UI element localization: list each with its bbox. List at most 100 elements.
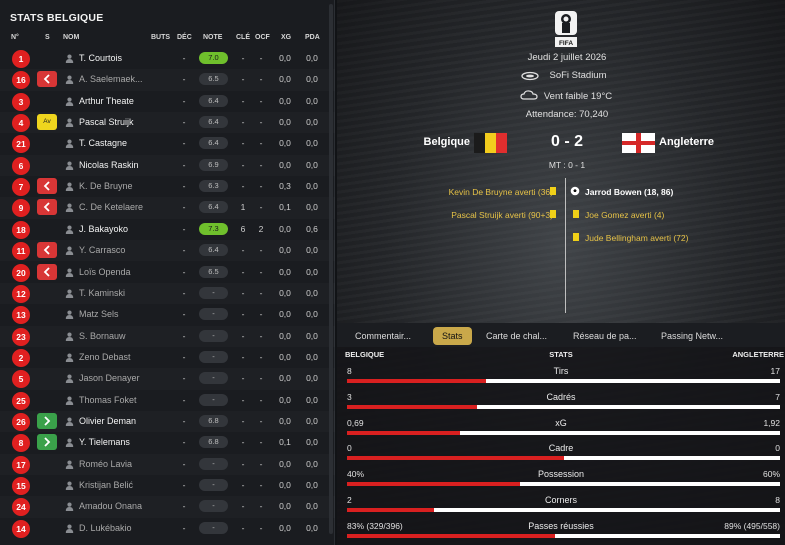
- shirt-number: 17: [12, 455, 30, 474]
- col-xg[interactable]: XG: [281, 34, 291, 41]
- player-name[interactable]: A. Saelemaek...: [79, 74, 143, 84]
- home-team-name[interactable]: Belgique: [377, 136, 470, 148]
- player-name[interactable]: Arthur Theate: [79, 96, 134, 106]
- table-row[interactable]: 3 Arthur Theate - 6.4 - - 0,0 0,0: [0, 91, 335, 112]
- table-row[interactable]: 15 Kristijan Belić - - - - 0,0 0,0: [0, 475, 335, 496]
- player-name[interactable]: S. Bornauw: [79, 331, 126, 341]
- player-name[interactable]: C. De Ketelaere: [79, 202, 143, 212]
- ball-icon: [570, 186, 580, 196]
- table-row[interactable]: 4 Av Pascal Struijk - 6.4 - - 0,0 0,0: [0, 112, 335, 133]
- player-icon: [65, 438, 74, 448]
- expected-goals: 0,0: [279, 266, 291, 277]
- player-name[interactable]: Y. Carrasco: [79, 245, 125, 255]
- key-passes: 6: [240, 223, 246, 234]
- player-name[interactable]: Y. Tielemans: [79, 437, 130, 447]
- pda: 0,0: [306, 159, 318, 170]
- shirt-number: 14: [12, 519, 30, 538]
- table-row[interactable]: 18 J. Bakayoko - 7.3 6 2 0,0 0,6: [0, 219, 335, 240]
- pda: 0,0: [306, 501, 318, 512]
- player-name[interactable]: J. Bakayoko: [79, 224, 128, 234]
- tab-pass-network[interactable]: Réseau de pa...: [573, 327, 637, 345]
- player-name[interactable]: Olivier Deman: [79, 416, 136, 426]
- player-name[interactable]: Pascal Struijk: [79, 117, 134, 127]
- expected-goals: 0,0: [279, 223, 291, 234]
- player-name[interactable]: Thomas Foket: [79, 395, 137, 405]
- shirt-number: 1: [12, 50, 30, 68]
- key-passes: -: [241, 117, 245, 128]
- table-row[interactable]: 5 Jason Denayer - - - - 0,0 0,0: [0, 368, 335, 389]
- key-passes: -: [241, 415, 245, 426]
- fifa-logo-text: FIFA: [559, 40, 573, 47]
- player-name[interactable]: T. Castagne: [79, 138, 127, 148]
- tab-stats[interactable]: Stats: [433, 327, 472, 345]
- player-name[interactable]: Zeno Debast: [79, 352, 131, 362]
- scrollbar[interactable]: [329, 4, 333, 534]
- player-name[interactable]: Matz Sels: [79, 309, 119, 319]
- table-row[interactable]: 23 S. Bornauw - - - - 0,0 0,0: [0, 326, 335, 347]
- table-row[interactable]: 2 Zeno Debast - - - - 0,0 0,0: [0, 347, 335, 368]
- pda: 0,0: [306, 74, 318, 85]
- col-key[interactable]: CLÉ: [236, 34, 250, 41]
- tab-passing-network[interactable]: Passing Netw...: [661, 327, 723, 345]
- panel-title: STATS BELGIQUE: [10, 12, 104, 24]
- table-row[interactable]: 9 C. De Ketelaere - 6.4 1 - 0,1 0,0: [0, 197, 335, 218]
- table-row[interactable]: 7 K. De Bruyne - 6.3 - - 0,3 0,0: [0, 176, 335, 197]
- table-row[interactable]: 12 T. Kaminski - - - - 0,0 0,0: [0, 283, 335, 304]
- col-pda[interactable]: PDA: [305, 34, 320, 41]
- shirt-number: 3: [12, 92, 30, 111]
- table-row[interactable]: 26 Olivier Deman - 6.8 - - 0,0 0,0: [0, 411, 335, 432]
- table-row[interactable]: 6 Nicolas Raskin - 6.9 - - 0,0 0,0: [0, 155, 335, 176]
- col-dec[interactable]: DÉC: [177, 34, 192, 41]
- player-name[interactable]: T. Kaminski: [79, 288, 125, 298]
- stat-bar: [347, 430, 780, 435]
- stat-label: Possession: [537, 469, 585, 480]
- table-row[interactable]: 17 Roméo Lavia - - - - 0,0 0,0: [0, 454, 335, 475]
- table-row[interactable]: 14 D. Lukébakio - - - - 0,0 0,0: [0, 518, 335, 539]
- table-row[interactable]: 11 Y. Carrasco - 6.4 - - 0,0 0,0: [0, 240, 335, 261]
- stat-row: 3 Cadrés 7: [337, 390, 785, 416]
- player-name[interactable]: Kristijan Belić: [79, 480, 133, 490]
- chances-created: -: [259, 415, 263, 426]
- col-goals[interactable]: BUTS: [151, 34, 170, 41]
- player-name[interactable]: K. De Bruyne: [79, 181, 133, 191]
- player-name[interactable]: Roméo Lavia: [79, 459, 132, 469]
- rating-badge: 6.4: [199, 201, 228, 214]
- player-icon: [65, 310, 74, 320]
- col-sub[interactable]: S: [45, 34, 50, 41]
- expected-goals: 0,0: [279, 330, 291, 341]
- rating-badge: -: [199, 286, 228, 299]
- table-row[interactable]: 25 Thomas Foket - - - - 0,0 0,0: [0, 390, 335, 411]
- player-name[interactable]: D. Lukébakio: [79, 523, 132, 533]
- table-row[interactable]: 1 T. Courtois - 7.0 - - 0,0 0,0: [0, 48, 335, 69]
- col-note[interactable]: NOTE: [203, 34, 222, 41]
- player-icon: [65, 396, 74, 405]
- table-row[interactable]: 20 Loïs Openda - 6.5 - - 0,0 0,0: [0, 262, 335, 283]
- table-row[interactable]: 24 Amadou Onana - - - - 0,0 0,0: [0, 496, 335, 517]
- decisive-passes: -: [182, 501, 186, 512]
- table-row[interactable]: 16 A. Saelemaek... - 6.5 - - 0,0 0,0: [0, 69, 335, 90]
- player-name[interactable]: Loïs Openda: [79, 267, 131, 277]
- player-name[interactable]: T. Courtois: [79, 53, 122, 63]
- player-name[interactable]: Nicolas Raskin: [79, 160, 139, 170]
- decisive-passes: -: [182, 138, 186, 149]
- stat-away-value: 89% (495/558): [724, 520, 780, 531]
- col-num[interactable]: N°: [11, 34, 19, 41]
- away-team-name[interactable]: Angleterre: [659, 136, 714, 148]
- tab-heatmap[interactable]: Carte de chal...: [486, 327, 547, 345]
- rating-badge: -: [199, 457, 228, 470]
- stat-row: 0 Cadre 0: [337, 441, 785, 467]
- tab-commentary[interactable]: Commentair...: [355, 327, 411, 345]
- table-row[interactable]: 21 T. Castagne - 6.4 - - 0,0 0,0: [0, 133, 335, 154]
- col-ocf[interactable]: OCF: [255, 34, 270, 41]
- expected-goals: 0,3: [279, 181, 291, 192]
- expected-goals: 0,0: [279, 309, 291, 320]
- col-name[interactable]: NOM: [63, 34, 79, 41]
- table-row[interactable]: 8 Y. Tielemans - 6.8 - - 0,1 0,0: [0, 432, 335, 453]
- fifa-world-cup-logo: FIFA: [555, 11, 577, 47]
- table-row[interactable]: 13 Matz Sels - - - - 0,0 0,0: [0, 304, 335, 325]
- player-name[interactable]: Jason Denayer: [79, 373, 140, 383]
- decisive-passes: -: [182, 266, 186, 277]
- decisive-passes: -: [182, 373, 186, 384]
- shirt-number: 13: [12, 306, 30, 325]
- player-name[interactable]: Amadou Onana: [79, 501, 142, 511]
